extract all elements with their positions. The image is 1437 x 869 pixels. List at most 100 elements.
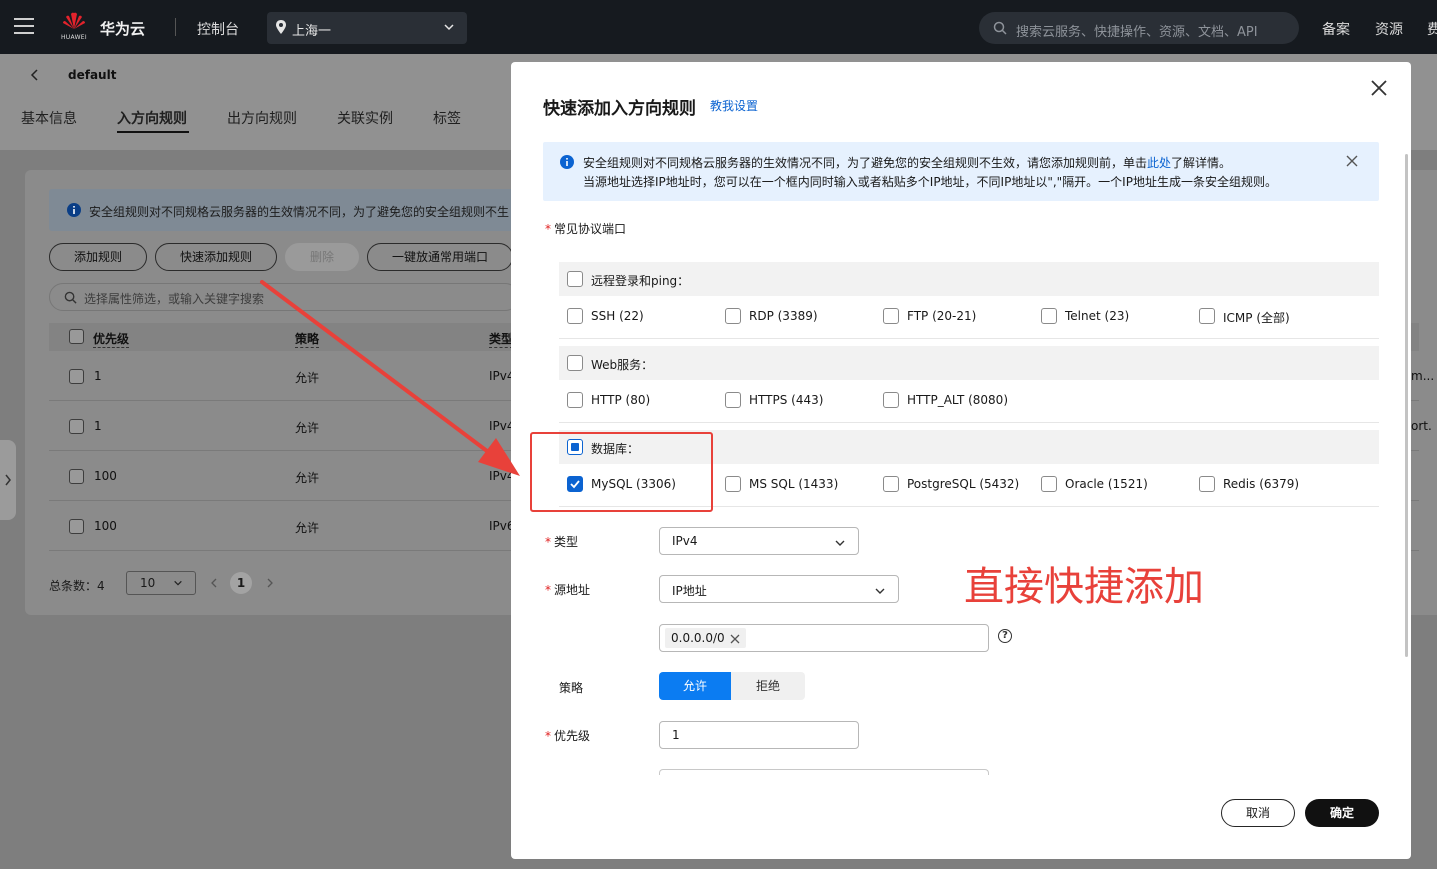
row-priority: 1 [94,419,102,433]
checkbox[interactable] [725,476,741,492]
source-value: IP地址 [672,584,707,598]
row-checkbox[interactable] [69,369,84,384]
region-selector[interactable]: 上海一 [267,12,467,44]
tab-inbound-rules[interactable]: 入方向规则 [117,108,187,128]
checkbox[interactable] [567,308,583,324]
info-icon [67,203,81,217]
annotation-highlight-box [530,432,713,512]
cancel-button[interactable]: 取消 [1221,799,1295,827]
checkbox[interactable] [883,392,899,408]
delete-button[interactable]: 删除 [285,243,359,271]
page-info-text: 安全组规则对不同规格云服务器的生效情况不同，为了避免您的安全组规则不生 [89,205,510,219]
group-web-checkbox[interactable] [567,355,583,371]
select-all-checkbox[interactable] [69,329,84,344]
total-count: 总条数：4 [49,579,105,593]
row-checkbox[interactable] [69,469,84,484]
group-remote-login-checkbox[interactable] [567,271,583,287]
open-common-ports-button[interactable]: 一键放通常用端口 [367,243,513,271]
page-size-select[interactable]: 10 [126,571,196,595]
type-select[interactable]: IPv4 [659,527,859,555]
confirm-button[interactable]: 确定 [1305,799,1379,827]
checkbox[interactable] [567,392,583,408]
column-policy[interactable]: 策略 [295,330,320,348]
policy-label: 策略 [559,681,584,695]
console-link[interactable]: 控制台 [197,19,239,39]
fees-link[interactable]: 费 [1427,19,1437,39]
tab-associated-instances[interactable]: 关联实例 [337,108,393,128]
search-icon [993,21,1007,35]
info-line-1: 安全组规则对不同规格云服务器的生效情况不同，为了避免您的安全组规则不生效，请您添… [583,154,1231,171]
logo-wordmark: HUAWEI [61,34,87,41]
filing-link[interactable]: 备案 [1322,19,1350,39]
tab-outbound-rules[interactable]: 出方向规则 [227,108,297,128]
row-priority: 1 [94,369,102,383]
checkbox[interactable] [883,476,899,492]
row-policy: 允许 [295,521,320,535]
search-placeholder: 搜索云服务、快捷操作、资源、文档、API [1016,25,1258,40]
info-text: 了解详情。 [1171,156,1232,170]
top-bar: HUAWEI 华为云 控制台 上海一 搜索云服务、快捷操作、资源、文档、API … [0,0,1437,54]
info-text: 安全组规则对不同规格云服务器的生效情况不同，为了避免您的安全组规则不生效，请您添… [583,156,1148,170]
priority-label: * 优先级 [545,729,591,743]
tab-tags[interactable]: 标签 [433,108,461,128]
remove-tag-icon[interactable] [730,634,740,644]
checkbox[interactable] [883,308,899,324]
dialog-title: 快速添加入方向规则 [543,99,696,119]
row-checkbox[interactable] [69,419,84,434]
chevron-down-icon [444,24,454,31]
filter-input[interactable]: 选择属性筛选，或输入关键字搜索 [49,283,519,311]
row-policy: 允许 [295,471,320,485]
help-icon[interactable]: ? [998,629,1012,643]
row-priority: 100 [94,469,117,483]
column-type[interactable]: 类型 [489,330,514,348]
checkbox[interactable] [1041,308,1057,324]
truncated-cell: m... [1411,369,1435,383]
page-title: default [68,68,117,82]
resources-link[interactable]: 资源 [1375,19,1403,39]
annotation-text: 直接快捷添加 [964,564,1204,610]
column-priority[interactable]: 优先级 [93,330,130,348]
huawei-logo[interactable]: HUAWEI [58,12,90,42]
tutorial-link[interactable]: 教我设置 [710,97,758,114]
source-select[interactable]: IP地址 [659,575,899,603]
location-pin-icon [276,20,286,34]
ip-address-input[interactable]: 0.0.0.0/0 [659,624,989,652]
close-banner-icon[interactable] [1346,155,1358,167]
current-page[interactable]: 1 [230,572,252,594]
quick-add-rule-button[interactable]: 快速添加规则 [155,243,277,271]
tab-basic-info[interactable]: 基本信息 [21,108,77,128]
page-size-value: 10 [140,576,156,590]
close-icon[interactable] [1369,78,1389,98]
menu-icon[interactable] [14,18,34,34]
back-arrow-icon[interactable] [28,68,42,82]
chevron-down-icon [835,540,845,546]
add-rule-button[interactable]: 添加规则 [49,243,147,271]
info-icon [560,155,574,169]
checkbox[interactable] [725,392,741,408]
checkbox[interactable] [1199,308,1215,324]
brand-name[interactable]: 华为云 [100,18,145,39]
priority-value: 1 [672,728,680,742]
policy-deny-button[interactable]: 拒绝 [731,672,805,700]
description-input[interactable] [659,769,989,775]
divider [175,18,176,36]
checkbox[interactable] [1041,476,1057,492]
priority-input[interactable]: 1 [659,721,859,749]
region-label: 上海一 [292,24,332,39]
policy-allow-button[interactable]: 允许 [659,672,731,700]
checkbox[interactable] [725,308,741,324]
filter-placeholder: 选择属性筛选，或输入关键字搜索 [84,292,265,306]
global-search[interactable]: 搜索云服务、快捷操作、资源、文档、API [979,12,1299,44]
ports-label: * 常见协议端口 [545,222,627,236]
next-page-icon[interactable] [265,578,275,588]
chevron-down-icon [174,580,182,586]
source-label: * 源地址 [545,583,591,597]
checkbox[interactable] [1199,476,1215,492]
group-remote-login: 远程登录和ping： [559,262,1379,296]
dialog-scrollbar[interactable] [1405,154,1408,657]
row-priority: 100 [94,519,117,533]
row-checkbox[interactable] [69,519,84,534]
sidebar-toggle[interactable] [0,440,16,520]
prev-page-icon[interactable] [209,578,219,588]
details-link[interactable]: 此处 [1147,156,1171,170]
